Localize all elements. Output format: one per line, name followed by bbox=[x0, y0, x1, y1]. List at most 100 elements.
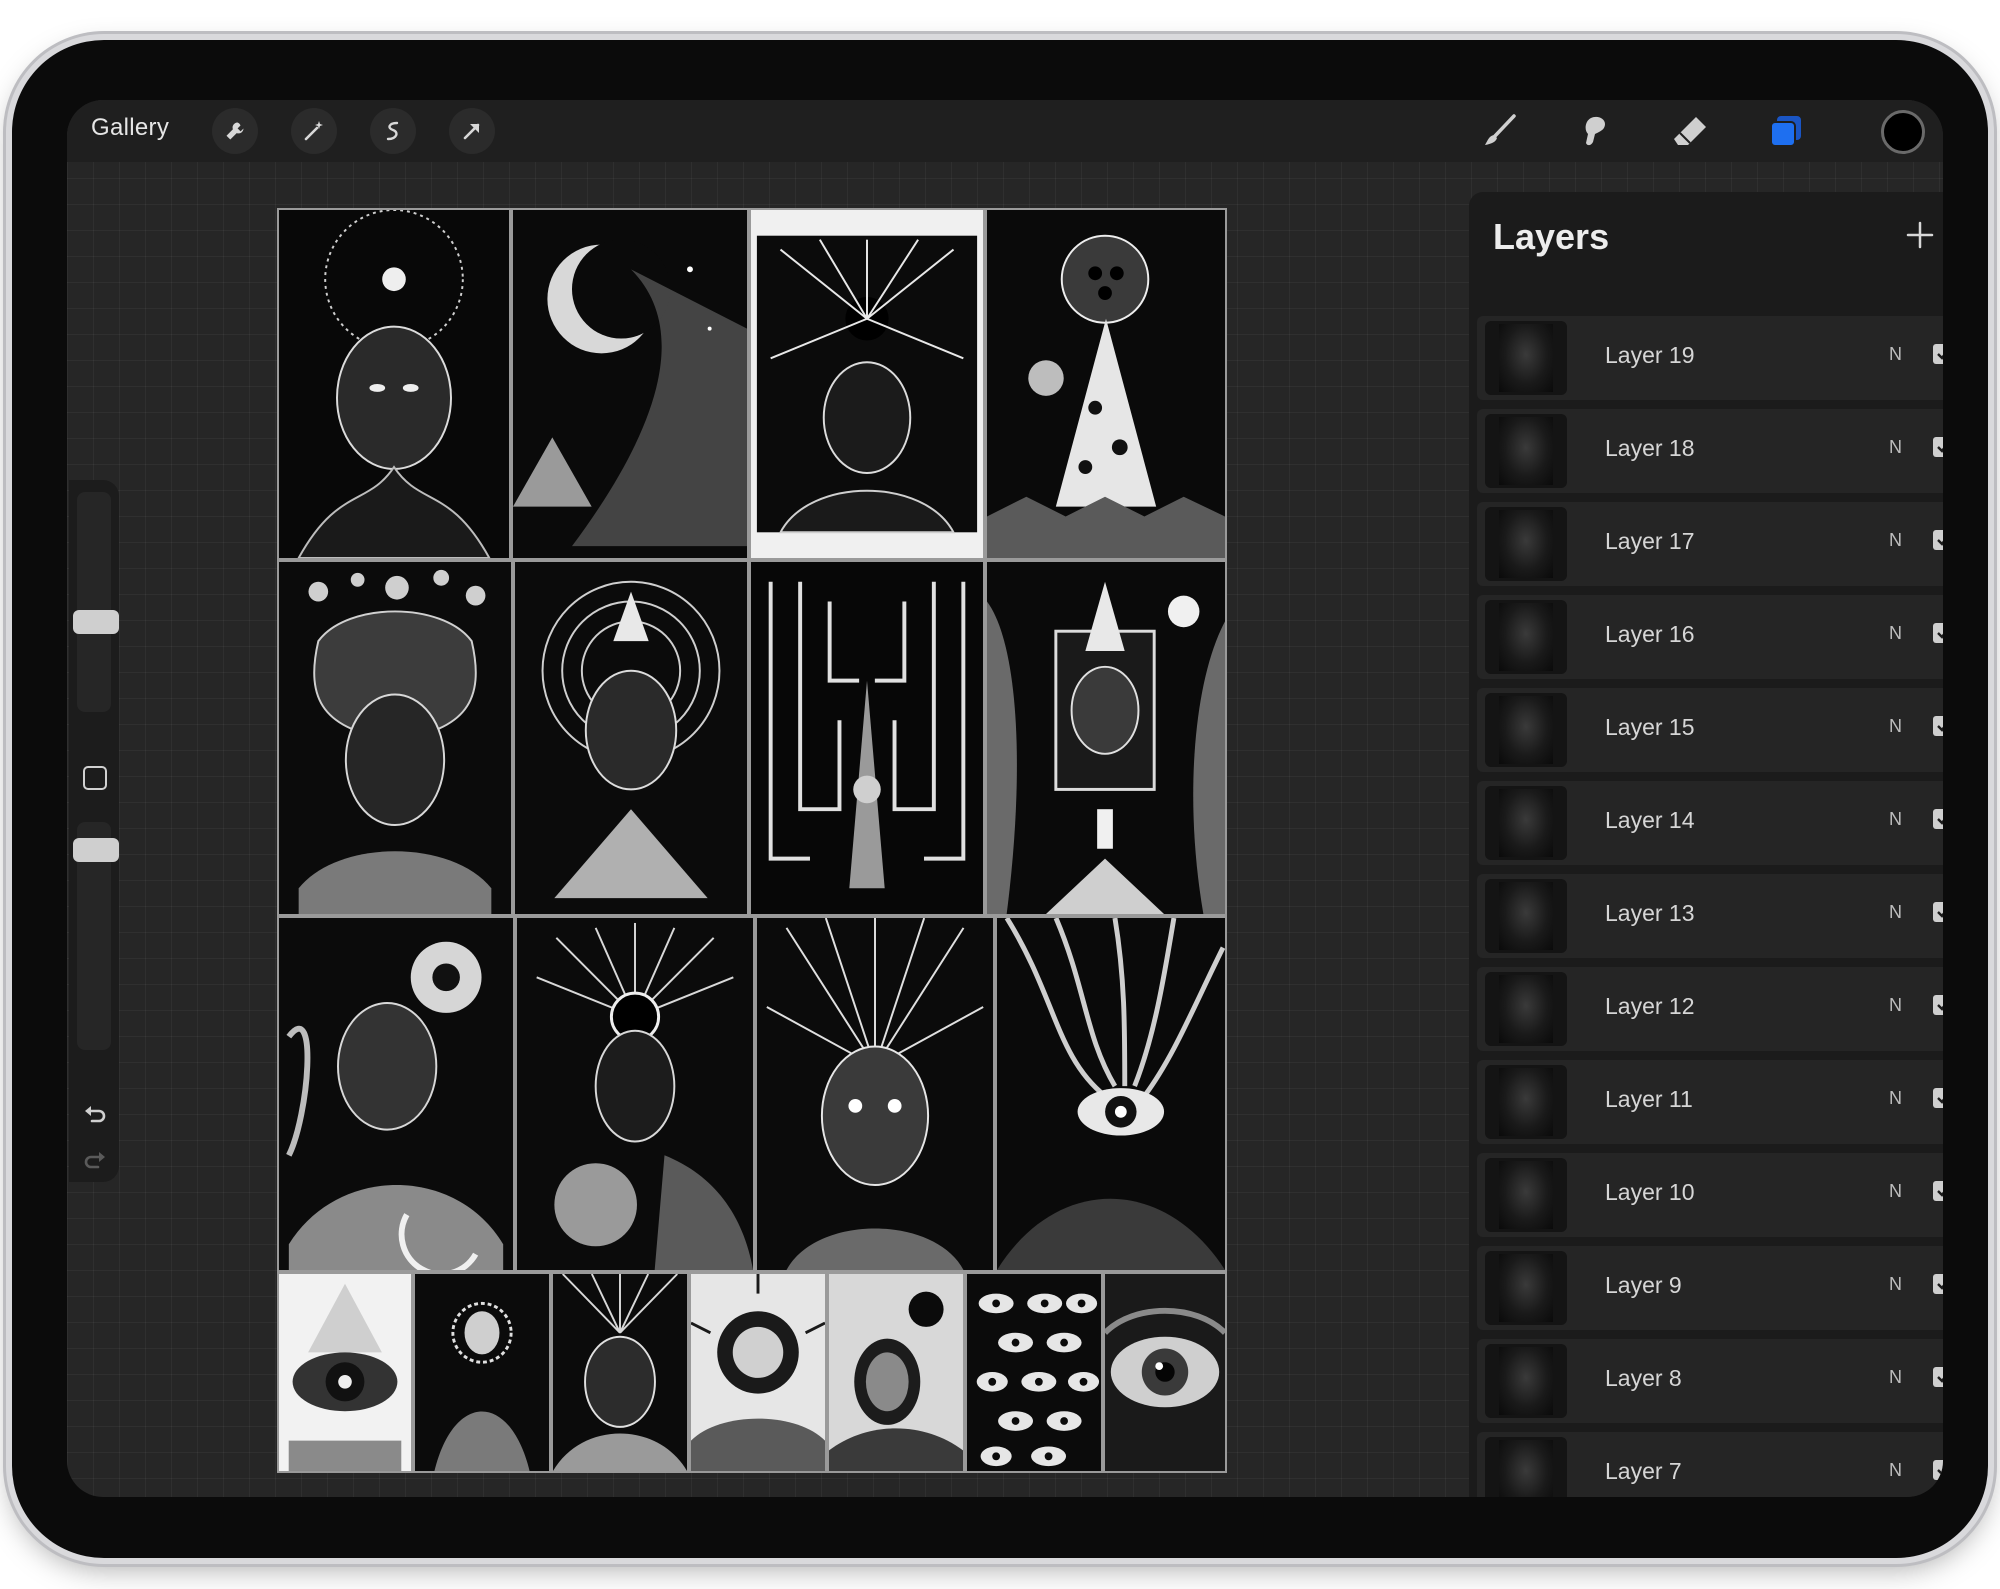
visibility-checkbox[interactable] bbox=[1933, 902, 1943, 922]
layer-row[interactable]: Layer 14 N bbox=[1477, 781, 1943, 865]
layer-thumbnail bbox=[1485, 879, 1567, 953]
transform-arrow-icon bbox=[463, 123, 480, 140]
layer-row[interactable]: Layer 9 N bbox=[1477, 1246, 1943, 1330]
layer-name: Layer 17 bbox=[1605, 528, 1695, 554]
visibility-checkbox[interactable] bbox=[1933, 1367, 1943, 1387]
brush-icon bbox=[1485, 114, 1516, 145]
layers-icon bbox=[1770, 116, 1801, 147]
visibility-checkbox[interactable] bbox=[1933, 1181, 1943, 1201]
layer-row[interactable]: Layer 11 N bbox=[1477, 1060, 1943, 1144]
color-picker[interactable] bbox=[1881, 110, 1925, 154]
artwork-tile bbox=[985, 560, 1227, 916]
visibility-checkbox[interactable] bbox=[1933, 437, 1943, 457]
undo-button[interactable] bbox=[81, 1102, 109, 1130]
layer-row[interactable]: Layer 7 N bbox=[1477, 1432, 1943, 1497]
layer-name: Layer 9 bbox=[1605, 1272, 1682, 1298]
artwork-tile bbox=[277, 208, 511, 560]
checkmark-icon bbox=[1937, 818, 1943, 825]
visibility-checkbox[interactable] bbox=[1933, 344, 1943, 364]
artwork-tile bbox=[511, 208, 749, 560]
layer-row[interactable]: Layer 19 N bbox=[1477, 316, 1943, 400]
artwork-tile bbox=[755, 916, 995, 1272]
visibility-checkbox[interactable] bbox=[1933, 809, 1943, 829]
visibility-checkbox[interactable] bbox=[1933, 1460, 1943, 1480]
selection-button[interactable] bbox=[370, 108, 416, 154]
layer-name: Layer 15 bbox=[1605, 714, 1695, 740]
blend-mode-button[interactable]: N bbox=[1889, 437, 1902, 458]
checkmark-icon bbox=[1937, 632, 1943, 639]
layer-thumbnail bbox=[1485, 321, 1567, 395]
layer-thumbnail bbox=[1485, 693, 1567, 767]
blend-mode-button[interactable]: N bbox=[1889, 995, 1902, 1016]
checkmark-icon bbox=[1937, 353, 1943, 360]
artwork-tile bbox=[515, 916, 755, 1272]
layer-name: Layer 16 bbox=[1605, 621, 1695, 647]
redo-button[interactable] bbox=[81, 1148, 109, 1176]
artwork-tile bbox=[985, 208, 1227, 560]
blend-mode-button[interactable]: N bbox=[1889, 530, 1902, 551]
artwork-tile bbox=[277, 1272, 413, 1473]
eraser-button[interactable] bbox=[1665, 106, 1715, 156]
checkmark-icon bbox=[1937, 446, 1943, 453]
layer-row[interactable]: Layer 12 N bbox=[1477, 967, 1943, 1051]
layer-row[interactable]: Layer 18 N bbox=[1477, 409, 1943, 493]
artwork-tile bbox=[277, 560, 513, 916]
opacity-thumb[interactable] bbox=[73, 838, 119, 862]
canvas-artwork[interactable] bbox=[277, 208, 1227, 1473]
eraser-icon bbox=[1674, 117, 1706, 145]
blend-mode-button[interactable]: N bbox=[1889, 1274, 1902, 1295]
smudge-button[interactable] bbox=[1569, 106, 1619, 156]
blend-mode-button[interactable]: N bbox=[1889, 1181, 1902, 1202]
modify-button[interactable] bbox=[83, 766, 107, 790]
gallery-button[interactable]: Gallery bbox=[91, 114, 169, 142]
layer-thumbnail bbox=[1485, 507, 1567, 581]
undo-icon bbox=[85, 1106, 106, 1123]
layer-thumbnail bbox=[1485, 600, 1567, 674]
checkmark-icon bbox=[1937, 1283, 1943, 1290]
visibility-checkbox[interactable] bbox=[1933, 716, 1943, 736]
redo-icon bbox=[84, 1152, 105, 1169]
artwork-tile bbox=[551, 1272, 689, 1473]
blend-mode-button[interactable]: N bbox=[1889, 1088, 1902, 1109]
layer-name: Layer 10 bbox=[1605, 1179, 1695, 1205]
checkmark-icon bbox=[1937, 539, 1943, 546]
actions-button[interactable] bbox=[212, 108, 258, 154]
transform-button[interactable] bbox=[449, 108, 495, 154]
checkmark-icon bbox=[1937, 911, 1943, 918]
blend-mode-button[interactable]: N bbox=[1889, 1460, 1902, 1481]
blend-mode-button[interactable]: N bbox=[1889, 1367, 1902, 1388]
visibility-checkbox[interactable] bbox=[1933, 995, 1943, 1015]
layer-row[interactable]: Layer 8 N bbox=[1477, 1339, 1943, 1423]
visibility-checkbox[interactable] bbox=[1933, 1274, 1943, 1294]
visibility-checkbox[interactable] bbox=[1933, 1088, 1943, 1108]
layer-name: Layer 7 bbox=[1605, 1458, 1682, 1484]
blend-mode-button[interactable]: N bbox=[1889, 623, 1902, 644]
layer-row[interactable]: Layer 10 N bbox=[1477, 1153, 1943, 1237]
layer-row[interactable]: Layer 13 N bbox=[1477, 874, 1943, 958]
layer-row[interactable]: Layer 17 N bbox=[1477, 502, 1943, 586]
top-toolbar: Gallery bbox=[67, 100, 1943, 162]
layer-thumbnail bbox=[1485, 414, 1567, 488]
blend-mode-button[interactable]: N bbox=[1889, 344, 1902, 365]
layer-name: Layer 11 bbox=[1605, 1086, 1693, 1112]
adjustments-button[interactable] bbox=[291, 108, 337, 154]
add-layer-button[interactable] bbox=[1897, 212, 1943, 258]
artwork-tile bbox=[1103, 1272, 1227, 1473]
layers-button[interactable] bbox=[1761, 106, 1811, 156]
layer-row[interactable]: Layer 15 N bbox=[1477, 688, 1943, 772]
blend-mode-button[interactable]: N bbox=[1889, 902, 1902, 923]
checkmark-icon bbox=[1937, 1376, 1943, 1383]
checkmark-icon bbox=[1937, 725, 1943, 732]
checkmark-icon bbox=[1937, 1097, 1943, 1104]
brush-button[interactable] bbox=[1475, 106, 1525, 156]
visibility-checkbox[interactable] bbox=[1933, 530, 1943, 550]
artwork-tile bbox=[827, 1272, 965, 1473]
layer-row[interactable]: Layer 16 N bbox=[1477, 595, 1943, 679]
blend-mode-button[interactable]: N bbox=[1889, 809, 1902, 830]
brush-size-slider[interactable] bbox=[77, 492, 111, 712]
brush-size-thumb[interactable] bbox=[73, 610, 119, 634]
layer-name: Layer 12 bbox=[1605, 993, 1695, 1019]
blend-mode-button[interactable]: N bbox=[1889, 716, 1902, 737]
visibility-checkbox[interactable] bbox=[1933, 623, 1943, 643]
layer-name: Layer 18 bbox=[1605, 435, 1695, 461]
